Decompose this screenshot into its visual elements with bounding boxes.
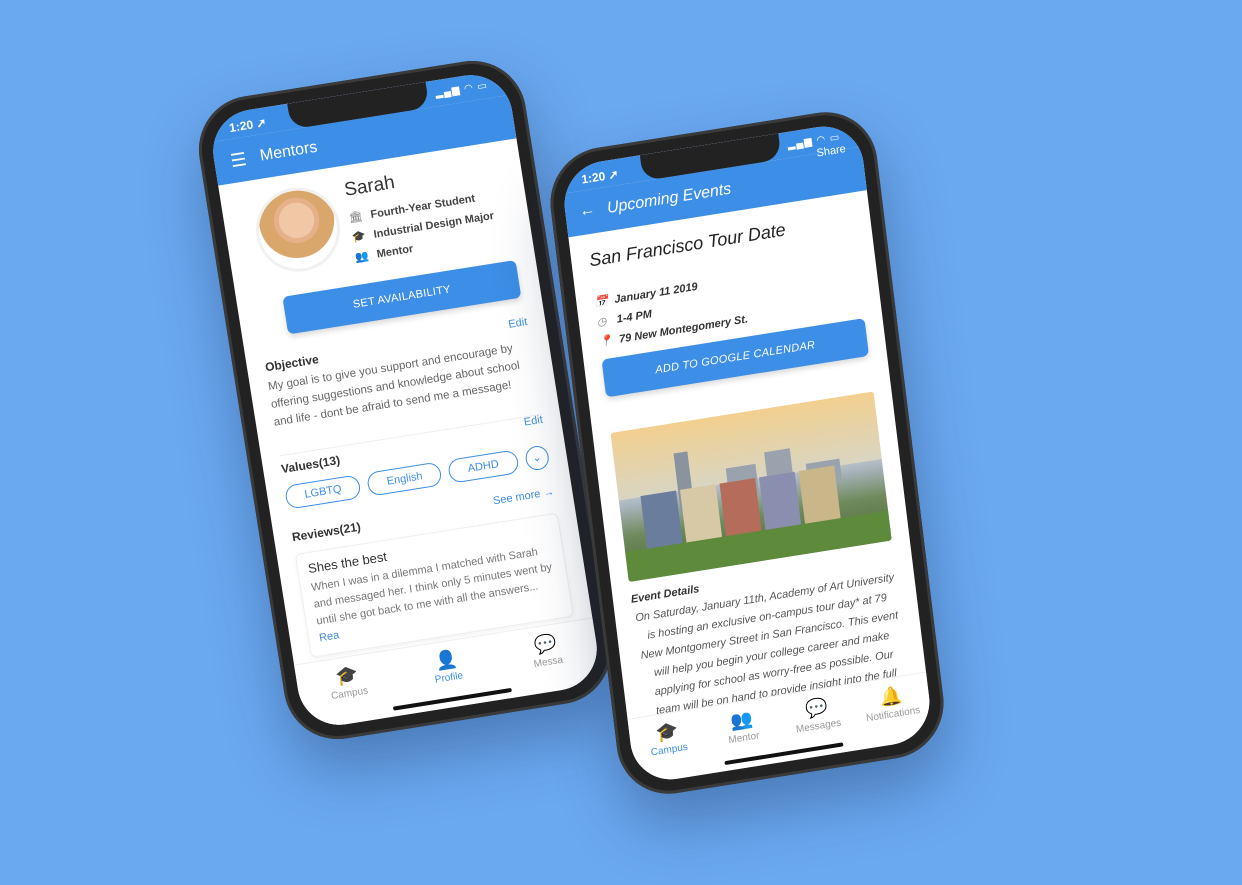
chat-icon: 💬 — [532, 632, 559, 656]
tab-campus[interactable]: 🎓 Campus — [311, 660, 385, 705]
tab-profile-label: Profile — [434, 670, 464, 686]
chevron-down-icon[interactable]: ⌄ — [523, 444, 551, 472]
graduation-cap-icon: 🎓 — [654, 720, 680, 744]
signal-wifi-battery-icon: ▂▄▆ ◠ ▭ — [434, 80, 489, 100]
event-date-text: January 11 2019 — [613, 280, 699, 306]
phone-upcoming-events: 1:20 ➚ ▂▄▆ ◠ ▭ ← Upcoming Events Share S… — [544, 104, 950, 802]
tab-campus-label: Campus — [650, 741, 689, 759]
calendar-icon: 📅 — [593, 295, 609, 310]
status-time: 1:20 ➚ — [228, 115, 268, 136]
tab-mentor[interactable]: 👥 Mentor — [706, 705, 779, 750]
graduation-cap-icon: 🎓 — [334, 663, 360, 688]
profile-name: Sarah — [342, 172, 397, 201]
person-icon: 👤 — [433, 648, 459, 672]
photo-house — [759, 471, 802, 533]
tab-profile[interactable]: 👤 Profile — [410, 644, 484, 689]
back-arrow-icon[interactable]: ← — [578, 201, 596, 221]
status-time: 1:20 ➚ — [580, 166, 620, 187]
tab-notifications-label: Notifications — [865, 704, 921, 725]
event-time: ◷ 1-4 PM — [596, 307, 652, 329]
bell-icon: 🔔 — [878, 684, 904, 708]
screen: 1:20 ➚ ▂▄▆ ◠ ▭ ☰ Mentors Sarah 🏛 Fourth-Y… — [207, 69, 603, 731]
tab-campus[interactable]: 🎓 Campus — [631, 716, 704, 761]
people-icon: 👥 — [354, 249, 370, 264]
photo-house — [640, 490, 683, 552]
event-time-text: 1-4 PM — [616, 308, 653, 326]
tab-messages[interactable]: 💬 Messages — [781, 693, 854, 738]
profile-role: 👥 Mentor — [354, 242, 414, 264]
location-pin-icon: 📍 — [598, 334, 614, 349]
event-content: San Francisco Tour Date 📅 January 11 2019… — [568, 190, 927, 727]
screen: 1:20 ➚ ▂▄▆ ◠ ▭ ← Upcoming Events Share S… — [559, 120, 935, 786]
page-title: Mentors — [258, 138, 319, 165]
tab-messages-label: Messa — [533, 654, 564, 671]
tab-mentor-label: Mentor — [727, 730, 761, 747]
graduation-cap-icon: 🎓 — [351, 230, 367, 245]
photo-house — [719, 478, 762, 540]
read-more-link[interactable]: Rea — [318, 629, 340, 644]
photo-house — [798, 465, 841, 527]
profile-role-text: Mentor — [375, 242, 415, 261]
event-photo — [610, 391, 892, 583]
tab-campus-label: Campus — [330, 685, 369, 703]
university-icon: 🏛 — [347, 210, 364, 225]
tab-messages-label: Messages — [795, 717, 842, 736]
event-date: 📅 January 11 2019 — [593, 280, 699, 310]
phone-mentor-profile: 1:20 ➚ ▂▄▆ ◠ ▭ ☰ Mentors Sarah 🏛 Fourth-Y… — [191, 53, 619, 747]
page-title: Upcoming Events — [606, 180, 733, 217]
profile-content: Sarah 🏛 Fourth-Year Student 🎓 Industrial D… — [218, 138, 594, 673]
chip-lgbtq[interactable]: LGBTQ — [283, 474, 363, 510]
clock-icon: ◷ — [596, 315, 608, 329]
chat-icon: 💬 — [804, 696, 829, 720]
avatar — [249, 181, 347, 278]
menu-icon[interactable]: ☰ — [229, 149, 248, 172]
people-icon: 👥 — [729, 708, 755, 732]
photo-house — [680, 484, 723, 546]
chip-adhd[interactable]: ADHD — [447, 449, 520, 484]
tab-messages[interactable]: 💬 Messa — [509, 629, 583, 674]
chip-english[interactable]: English — [366, 461, 444, 497]
tab-notifications[interactable]: 🔔 Notifications — [855, 681, 928, 726]
